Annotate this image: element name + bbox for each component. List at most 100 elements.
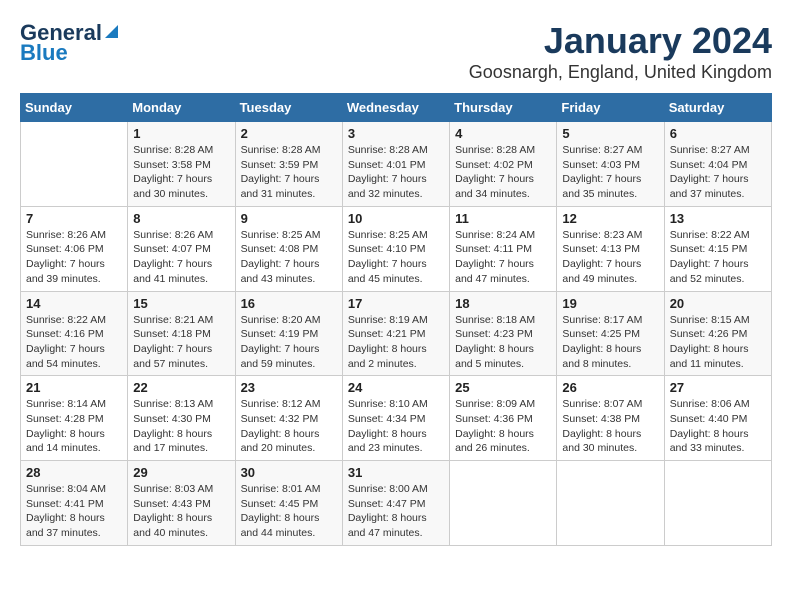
day-info: Sunrise: 8:23 AMSunset: 4:13 PMDaylight:…: [562, 228, 658, 287]
day-number: 30: [241, 465, 337, 480]
header-wednesday: Wednesday: [342, 94, 449, 122]
header-monday: Monday: [128, 94, 235, 122]
day-info: Sunrise: 8:26 AMSunset: 4:06 PMDaylight:…: [26, 228, 122, 287]
day-info: Sunrise: 8:27 AMSunset: 4:03 PMDaylight:…: [562, 143, 658, 202]
day-info: Sunrise: 8:21 AMSunset: 4:18 PMDaylight:…: [133, 313, 229, 372]
table-row: 8 Sunrise: 8:26 AMSunset: 4:07 PMDaylight…: [128, 206, 235, 291]
day-info: Sunrise: 8:01 AMSunset: 4:45 PMDaylight:…: [241, 482, 337, 541]
table-row: 12 Sunrise: 8:23 AMSunset: 4:13 PMDayligh…: [557, 206, 664, 291]
table-row: 21 Sunrise: 8:14 AMSunset: 4:28 PMDayligh…: [21, 376, 128, 461]
table-row: 5Sunrise: 8:27 AMSunset: 4:03 PMDaylight…: [557, 122, 664, 207]
logo-arrow-icon: [105, 25, 118, 38]
table-row: 24 Sunrise: 8:10 AMSunset: 4:34 PMDayligh…: [342, 376, 449, 461]
table-row: 6 Sunrise: 8:27 AMSunset: 4:04 PMDaylight…: [664, 122, 771, 207]
day-number: 18: [455, 296, 551, 311]
day-info: Sunrise: 8:27 AMSunset: 4:04 PMDaylight:…: [670, 143, 766, 202]
table-row: [450, 461, 557, 546]
day-number: 14: [26, 296, 122, 311]
table-row: 26 Sunrise: 8:07 AMSunset: 4:38 PMDayligh…: [557, 376, 664, 461]
day-info: Sunrise: 8:22 AMSunset: 4:16 PMDaylight:…: [26, 313, 122, 372]
day-number: 4: [455, 126, 551, 141]
day-info: Sunrise: 8:14 AMSunset: 4:28 PMDaylight:…: [26, 397, 122, 456]
table-row: 1 Sunrise: 8:28 AMSunset: 3:58 PMDaylight…: [128, 122, 235, 207]
calendar-week-row: 21 Sunrise: 8:14 AMSunset: 4:28 PMDayligh…: [21, 376, 772, 461]
table-row: 2 Sunrise: 8:28 AMSunset: 3:59 PMDaylight…: [235, 122, 342, 207]
day-number: 12: [562, 211, 658, 226]
page-title: January 2024: [469, 20, 772, 62]
header-thursday: Thursday: [450, 94, 557, 122]
day-number: 6: [670, 126, 766, 141]
day-number: 17: [348, 296, 444, 311]
day-info: Sunrise: 8:03 AMSunset: 4:43 PMDaylight:…: [133, 482, 229, 541]
page-header: General Blue January 2024 Goosnargh, Eng…: [20, 20, 772, 83]
day-info: Sunrise: 8:22 AMSunset: 4:15 PMDaylight:…: [670, 228, 766, 287]
day-number: 9: [241, 211, 337, 226]
day-number: 22: [133, 380, 229, 395]
day-number: 1: [133, 126, 229, 141]
day-number: 10: [348, 211, 444, 226]
table-row: 16 Sunrise: 8:20 AMSunset: 4:19 PMDayligh…: [235, 291, 342, 376]
day-info: Sunrise: 8:04 AMSunset: 4:41 PMDaylight:…: [26, 482, 122, 541]
day-info: Sunrise: 8:28 AMSunset: 4:02 PMDaylight:…: [455, 143, 551, 202]
table-row: 23Sunrise: 8:12 AMSunset: 4:32 PMDayligh…: [235, 376, 342, 461]
table-row: 22Sunrise: 8:13 AMSunset: 4:30 PMDayligh…: [128, 376, 235, 461]
day-info: Sunrise: 8:20 AMSunset: 4:19 PMDaylight:…: [241, 313, 337, 372]
table-row: 9 Sunrise: 8:25 AMSunset: 4:08 PMDaylight…: [235, 206, 342, 291]
day-info: Sunrise: 8:28 AMSunset: 3:58 PMDaylight:…: [133, 143, 229, 202]
day-info: Sunrise: 8:10 AMSunset: 4:34 PMDaylight:…: [348, 397, 444, 456]
day-number: 2: [241, 126, 337, 141]
day-info: Sunrise: 8:17 AMSunset: 4:25 PMDaylight:…: [562, 313, 658, 372]
day-info: Sunrise: 8:15 AMSunset: 4:26 PMDaylight:…: [670, 313, 766, 372]
table-row: 3Sunrise: 8:28 AMSunset: 4:01 PMDaylight…: [342, 122, 449, 207]
page-subtitle: Goosnargh, England, United Kingdom: [469, 62, 772, 83]
day-info: Sunrise: 8:06 AMSunset: 4:40 PMDaylight:…: [670, 397, 766, 456]
table-row: [557, 461, 664, 546]
table-row: 13 Sunrise: 8:22 AMSunset: 4:15 PMDayligh…: [664, 206, 771, 291]
day-info: Sunrise: 8:28 AMSunset: 3:59 PMDaylight:…: [241, 143, 337, 202]
day-number: 25: [455, 380, 551, 395]
day-number: 24: [348, 380, 444, 395]
day-number: 13: [670, 211, 766, 226]
day-number: 16: [241, 296, 337, 311]
calendar-header-row: Sunday Monday Tuesday Wednesday Thursday…: [21, 94, 772, 122]
day-info: Sunrise: 8:07 AMSunset: 4:38 PMDaylight:…: [562, 397, 658, 456]
calendar-week-row: 14 Sunrise: 8:22 AMSunset: 4:16 PMDayligh…: [21, 291, 772, 376]
table-row: 15 Sunrise: 8:21 AMSunset: 4:18 PMDayligh…: [128, 291, 235, 376]
table-row: 17 Sunrise: 8:19 AMSunset: 4:21 PMDayligh…: [342, 291, 449, 376]
day-info: Sunrise: 8:19 AMSunset: 4:21 PMDaylight:…: [348, 313, 444, 372]
header-friday: Friday: [557, 94, 664, 122]
table-row: 18Sunrise: 8:18 AMSunset: 4:23 PMDayligh…: [450, 291, 557, 376]
table-row: 27 Sunrise: 8:06 AMSunset: 4:40 PMDayligh…: [664, 376, 771, 461]
table-row: 10 Sunrise: 8:25 AMSunset: 4:10 PMDayligh…: [342, 206, 449, 291]
day-number: 20: [670, 296, 766, 311]
day-number: 19: [562, 296, 658, 311]
table-row: 28Sunrise: 8:04 AMSunset: 4:41 PMDayligh…: [21, 461, 128, 546]
logo: General Blue: [20, 20, 118, 66]
day-number: 3: [348, 126, 444, 141]
day-number: 31: [348, 465, 444, 480]
day-number: 8: [133, 211, 229, 226]
calendar-table: Sunday Monday Tuesday Wednesday Thursday…: [20, 93, 772, 546]
table-row: 4 Sunrise: 8:28 AMSunset: 4:02 PMDaylight…: [450, 122, 557, 207]
day-number: 29: [133, 465, 229, 480]
day-info: Sunrise: 8:25 AMSunset: 4:08 PMDaylight:…: [241, 228, 337, 287]
day-number: 7: [26, 211, 122, 226]
table-row: 7 Sunrise: 8:26 AMSunset: 4:06 PMDaylight…: [21, 206, 128, 291]
day-info: Sunrise: 8:12 AMSunset: 4:32 PMDaylight:…: [241, 397, 337, 456]
day-number: 26: [562, 380, 658, 395]
table-row: [664, 461, 771, 546]
table-row: 29 Sunrise: 8:03 AMSunset: 4:43 PMDayligh…: [128, 461, 235, 546]
header-sunday: Sunday: [21, 94, 128, 122]
day-info: Sunrise: 8:09 AMSunset: 4:36 PMDaylight:…: [455, 397, 551, 456]
table-row: 25 Sunrise: 8:09 AMSunset: 4:36 PMDayligh…: [450, 376, 557, 461]
day-number: 15: [133, 296, 229, 311]
day-info: Sunrise: 8:25 AMSunset: 4:10 PMDaylight:…: [348, 228, 444, 287]
calendar-week-row: 1 Sunrise: 8:28 AMSunset: 3:58 PMDaylight…: [21, 122, 772, 207]
calendar-week-row: 28Sunrise: 8:04 AMSunset: 4:41 PMDayligh…: [21, 461, 772, 546]
day-number: 21: [26, 380, 122, 395]
table-row: [21, 122, 128, 207]
logo-blue: Blue: [20, 40, 68, 66]
day-info: Sunrise: 8:26 AMSunset: 4:07 PMDaylight:…: [133, 228, 229, 287]
table-row: 11Sunrise: 8:24 AMSunset: 4:11 PMDayligh…: [450, 206, 557, 291]
day-number: 27: [670, 380, 766, 395]
